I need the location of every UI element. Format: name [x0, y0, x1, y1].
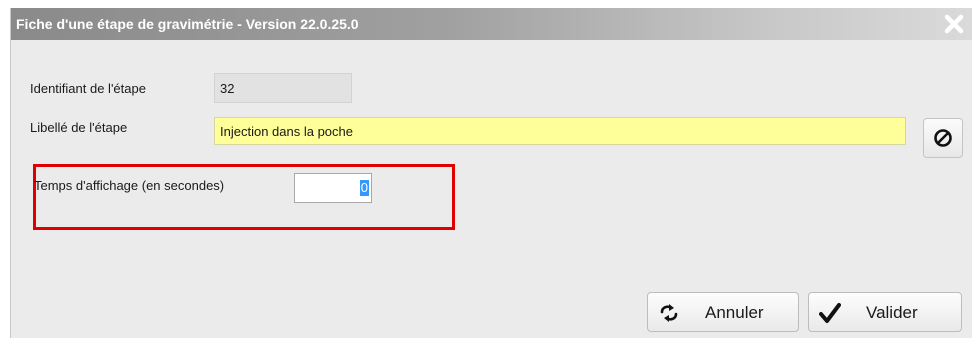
temps-input[interactable]: 0	[294, 173, 372, 203]
window-title: Fiche d'une étape de gravimétrie - Versi…	[16, 16, 359, 32]
prohibited-icon	[934, 129, 952, 147]
cancel-button[interactable]: Annuler	[647, 292, 799, 332]
cancel-label: Annuler	[705, 303, 764, 322]
highlight-annotation-box	[33, 164, 455, 230]
identifiant-field: 32	[214, 73, 352, 103]
checkmark-icon	[819, 303, 841, 323]
temps-label: Temps d'affichage (en secondes)	[34, 178, 225, 193]
close-icon	[944, 14, 964, 34]
validate-button[interactable]: Valider	[808, 292, 962, 332]
identifiant-value: 32	[220, 80, 235, 96]
clear-libelle-button[interactable]	[923, 118, 963, 158]
validate-label: Valider	[866, 303, 918, 322]
close-button[interactable]	[941, 11, 967, 37]
libelle-value: Injection dans la poche	[220, 123, 353, 139]
temps-value: 0	[359, 180, 369, 196]
libelle-input[interactable]: Injection dans la poche	[214, 117, 906, 145]
libelle-label: Libellé de l'étape	[30, 120, 128, 135]
refresh-arrows-icon	[660, 304, 678, 322]
identifiant-label: Identifiant de l'étape	[30, 81, 146, 96]
title-bar[interactable]: Fiche d'une étape de gravimétrie - Versi…	[11, 8, 972, 40]
dialog-window: Fiche d'une étape de gravimétrie - Versi…	[10, 8, 972, 338]
